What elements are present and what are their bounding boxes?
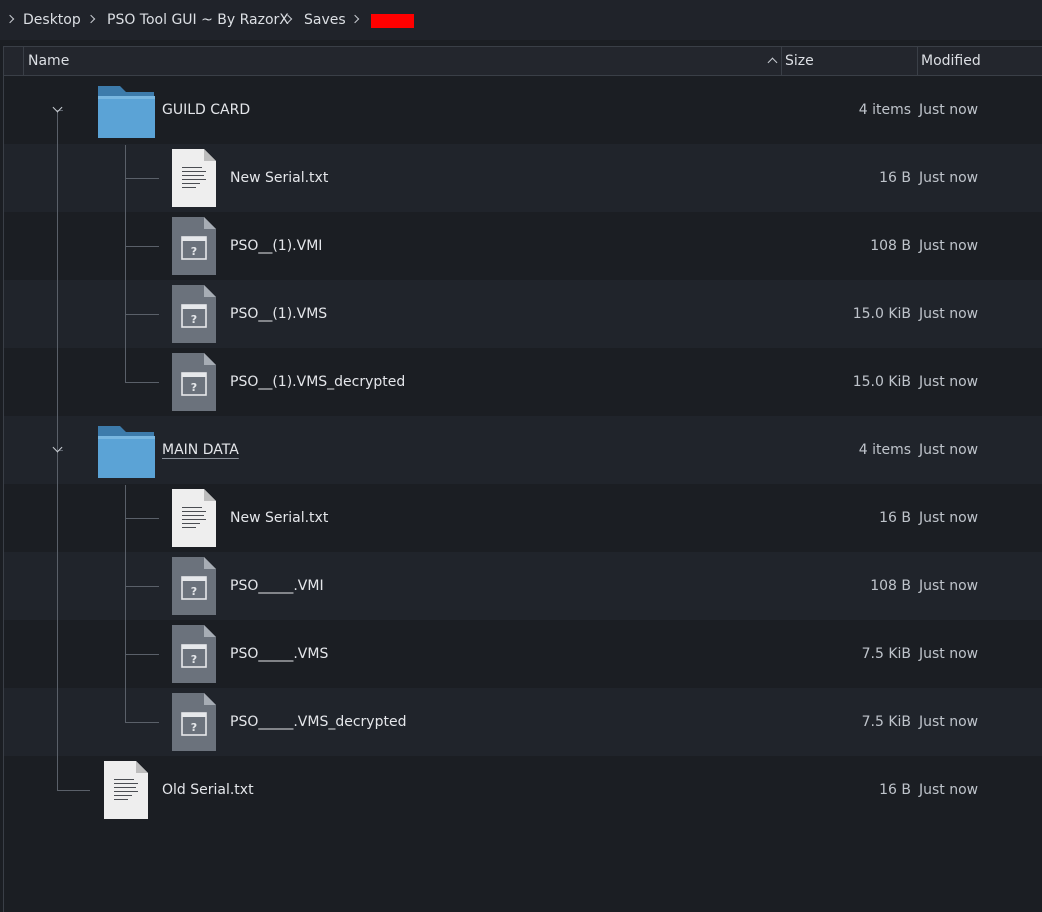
tree-line	[125, 654, 159, 655]
file-size: 7.5 KiB	[861, 646, 911, 662]
file-row[interactable]: ? PSO__(1).VMS 15.0 KiB Just now	[4, 280, 1042, 348]
column-modified-header[interactable]: Modified	[921, 47, 981, 76]
tree-line	[125, 382, 159, 383]
folder-row[interactable]: GUILD CARD 4 items Just now	[4, 76, 1042, 144]
unknown-file-icon: ?	[172, 353, 216, 415]
svg-text:?: ?	[191, 245, 197, 258]
svg-text:?: ?	[191, 653, 197, 666]
file-size: 4 items	[858, 442, 911, 458]
file-modified: Just now	[919, 646, 979, 662]
column-name-header[interactable]: Name	[28, 47, 69, 76]
file-modified: Just now	[919, 306, 979, 322]
svg-text:?: ?	[191, 381, 197, 394]
file-modified: Just now	[919, 238, 979, 254]
file-name: Old Serial.txt	[162, 782, 254, 798]
file-size: 4 items	[858, 102, 911, 118]
file-row[interactable]: New Serial.txt 16 B Just now	[4, 144, 1042, 212]
file-name: PSO__(1).VMI	[230, 238, 323, 254]
file-row[interactable]: ? PSO__(1).VMI 108 B Just now	[4, 212, 1042, 280]
breadcrumb-item-saves[interactable]: Saves	[304, 10, 346, 30]
chevron-right-icon[interactable]	[350, 14, 360, 24]
text-file-icon	[172, 489, 216, 551]
file-modified: Just now	[919, 510, 979, 526]
svg-text:?: ?	[191, 721, 197, 734]
file-row[interactable]: Old Serial.txt 16 B Just now	[4, 756, 1042, 824]
breadcrumb-item-redacted[interactable]	[371, 14, 414, 28]
file-row[interactable]: ? PSO_____.VMS_decrypted 7.5 KiB Just now	[4, 688, 1042, 756]
column-divider[interactable]	[781, 47, 782, 76]
unknown-file-icon: ?	[172, 285, 216, 347]
file-row[interactable]: New Serial.txt 16 B Just now	[4, 484, 1042, 552]
file-size: 16 B	[879, 170, 911, 186]
breadcrumb: Desktop PSO Tool GUI ~ By RazorX Saves	[0, 0, 1042, 40]
unknown-file-icon: ?	[172, 557, 216, 619]
file-row[interactable]: ? PSO_____.VMI 108 B Just now	[4, 552, 1042, 620]
file-name: PSO__(1).VMS	[230, 306, 328, 322]
file-name: GUILD CARD	[162, 102, 251, 118]
file-modified: Just now	[919, 714, 979, 730]
file-size: 108 B	[870, 578, 911, 594]
tree-line	[125, 518, 159, 519]
file-modified: Just now	[919, 170, 979, 186]
unknown-file-icon: ?	[172, 217, 216, 279]
text-file-icon	[104, 761, 148, 823]
chevron-right-icon[interactable]	[86, 14, 96, 24]
file-row[interactable]: ? PSO__(1).VMS_decrypted 15.0 KiB Just now	[4, 348, 1042, 416]
svg-text:?: ?	[191, 313, 197, 326]
tree-line	[125, 314, 159, 315]
file-modified: Just now	[919, 578, 979, 594]
file-size: 15.0 KiB	[852, 374, 911, 390]
unknown-file-icon: ?	[172, 693, 216, 755]
file-modified: Just now	[919, 782, 979, 798]
file-name: PSO_____.VMI	[230, 578, 324, 594]
file-modified: Just now	[919, 442, 979, 458]
file-name: New Serial.txt	[230, 170, 329, 186]
file-size: 15.0 KiB	[852, 306, 911, 322]
breadcrumb-item-desktop[interactable]: Desktop	[23, 10, 81, 30]
tree-line	[125, 722, 159, 723]
file-size: 16 B	[879, 782, 911, 798]
chevron-right-icon	[5, 14, 15, 24]
file-row[interactable]: ? PSO_____.VMS 7.5 KiB Just now	[4, 620, 1042, 688]
tree-line	[125, 586, 159, 587]
file-size: 7.5 KiB	[861, 714, 911, 730]
tree-line	[125, 485, 126, 722]
breadcrumb-item-pso-tool[interactable]: PSO Tool GUI ~ By RazorX	[107, 10, 289, 30]
tree-line	[125, 246, 159, 247]
file-name: New Serial.txt	[230, 510, 329, 526]
column-header: Name Size Modified	[4, 47, 1042, 76]
file-name: PSO__(1).VMS_decrypted	[230, 374, 406, 390]
file-modified: Just now	[919, 374, 979, 390]
file-name: PSO_____.VMS_decrypted	[230, 714, 407, 730]
folder-icon	[97, 84, 155, 142]
tree-line	[125, 145, 126, 382]
file-name: MAIN DATA	[162, 442, 239, 458]
folder-row[interactable]: MAIN DATA 4 items Just now	[4, 416, 1042, 484]
text-file-icon	[172, 149, 216, 211]
folder-icon	[97, 424, 155, 482]
sort-ascending-icon	[767, 57, 778, 68]
column-divider[interactable]	[23, 47, 24, 76]
tree-line	[57, 790, 90, 791]
file-size: 108 B	[870, 238, 911, 254]
unknown-file-icon: ?	[172, 625, 216, 687]
svg-text:?: ?	[191, 585, 197, 598]
file-size: 16 B	[879, 510, 911, 526]
file-modified: Just now	[919, 102, 979, 118]
file-name: PSO_____.VMS	[230, 646, 329, 662]
column-divider[interactable]	[917, 47, 918, 76]
column-size-header[interactable]: Size	[785, 47, 814, 76]
tree-line	[125, 178, 159, 179]
